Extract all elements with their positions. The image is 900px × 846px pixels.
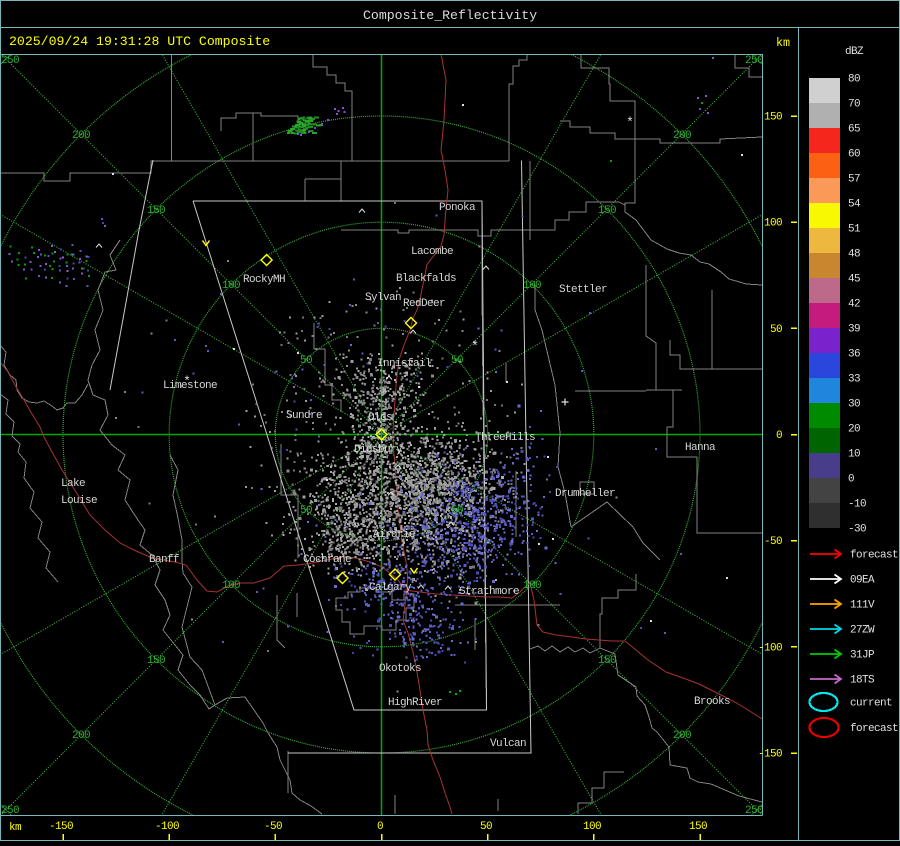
svg-text:Calgary: Calgary xyxy=(369,582,412,594)
svg-text:-50: -50 xyxy=(764,536,782,548)
svg-text:100: 100 xyxy=(583,821,601,833)
svg-text:100: 100 xyxy=(222,280,240,292)
svg-text:-50: -50 xyxy=(264,821,282,833)
svg-text:-100: -100 xyxy=(155,821,179,833)
svg-text:current: current xyxy=(850,698,892,710)
svg-text:09EA: 09EA xyxy=(850,575,875,587)
svg-text:48: 48 xyxy=(848,249,860,261)
svg-text:dBZ: dBZ xyxy=(845,46,864,58)
svg-text:0: 0 xyxy=(377,821,383,833)
svg-text:51: 51 xyxy=(848,224,861,236)
svg-text:50: 50 xyxy=(480,821,492,833)
svg-text:km: km xyxy=(9,822,22,834)
svg-text:27ZW: 27ZW xyxy=(850,625,875,637)
svg-text:Louise: Louise xyxy=(61,495,97,507)
svg-text:Okotoks: Okotoks xyxy=(379,663,421,675)
svg-text:150: 150 xyxy=(689,821,707,833)
svg-text:Lacombe: Lacombe xyxy=(411,246,453,258)
svg-text:200: 200 xyxy=(72,130,90,142)
svg-text:100: 100 xyxy=(523,280,541,292)
svg-text:Stettler: Stettler xyxy=(559,284,607,296)
svg-text:-150: -150 xyxy=(49,821,73,833)
svg-text:42: 42 xyxy=(848,299,860,311)
svg-text:150: 150 xyxy=(598,205,616,217)
svg-text:20: 20 xyxy=(848,424,860,436)
svg-text:100: 100 xyxy=(222,580,240,592)
svg-text:0: 0 xyxy=(848,474,854,486)
svg-text:100: 100 xyxy=(523,580,541,592)
svg-text:36: 36 xyxy=(848,349,860,361)
svg-text:Drumheller: Drumheller xyxy=(555,488,615,500)
svg-text:forecast: forecast xyxy=(850,723,898,735)
svg-text:150: 150 xyxy=(147,205,165,217)
svg-text:-10: -10 xyxy=(848,499,866,511)
svg-text:250: 250 xyxy=(1,55,19,67)
svg-text:200: 200 xyxy=(673,130,691,142)
svg-text:150: 150 xyxy=(147,655,165,667)
svg-text:10: 10 xyxy=(848,449,860,461)
svg-text:70: 70 xyxy=(848,99,860,111)
svg-text:200: 200 xyxy=(72,730,90,742)
svg-text:2025/09/24 19:31:28 UTC Compos: 2025/09/24 19:31:28 UTC Composite xyxy=(9,34,270,49)
svg-text:50: 50 xyxy=(451,505,463,517)
svg-text:forecast: forecast xyxy=(850,550,898,562)
svg-text:Composite_Reflectivity: Composite_Reflectivity xyxy=(363,8,537,23)
svg-text:50: 50 xyxy=(300,505,312,517)
svg-text:80: 80 xyxy=(848,74,860,86)
svg-text:111V: 111V xyxy=(850,600,875,612)
svg-text:ThreeHills: ThreeHills xyxy=(475,432,535,444)
svg-text:65: 65 xyxy=(848,124,860,136)
svg-text:Strathmore: Strathmore xyxy=(459,586,519,598)
svg-text:Airdrie: Airdrie xyxy=(373,529,415,541)
svg-text:-30: -30 xyxy=(848,524,866,536)
svg-text:Hanna: Hanna xyxy=(685,442,716,454)
svg-text:33: 33 xyxy=(848,374,860,386)
svg-text:200: 200 xyxy=(673,730,691,742)
svg-text:*: * xyxy=(471,339,479,354)
svg-text:RockyMH: RockyMH xyxy=(243,274,285,286)
svg-text:-150: -150 xyxy=(758,749,782,761)
svg-text:km: km xyxy=(776,36,790,50)
svg-text:150: 150 xyxy=(764,112,782,124)
svg-text:Innisfail: Innisfail xyxy=(377,358,431,370)
svg-text:57: 57 xyxy=(848,174,860,186)
svg-text:Cochrane: Cochrane xyxy=(303,554,351,566)
svg-text:Sundre: Sundre xyxy=(286,410,322,422)
svg-text:Banff: Banff xyxy=(149,554,179,566)
svg-text:HighRiver: HighRiver xyxy=(388,697,442,709)
svg-text:50: 50 xyxy=(300,355,312,367)
svg-text:45: 45 xyxy=(848,274,860,286)
svg-text:Olds: Olds xyxy=(368,412,392,424)
svg-text:18TS: 18TS xyxy=(850,675,875,687)
svg-text:30: 30 xyxy=(848,399,860,411)
svg-text:39: 39 xyxy=(848,324,860,336)
svg-text:Brooks: Brooks xyxy=(694,696,730,708)
svg-text:50: 50 xyxy=(451,355,463,367)
svg-text:Didsbury: Didsbury xyxy=(354,444,403,456)
svg-text:Lake: Lake xyxy=(61,478,85,490)
svg-text:54: 54 xyxy=(848,199,861,211)
svg-text:31JP: 31JP xyxy=(850,650,875,662)
svg-text:50: 50 xyxy=(770,324,782,336)
svg-text:*: * xyxy=(183,374,191,389)
svg-text:Blackfalds: Blackfalds xyxy=(396,273,456,285)
svg-text:150: 150 xyxy=(598,655,616,667)
svg-text:RedDeer: RedDeer xyxy=(403,298,445,310)
svg-text:-100: -100 xyxy=(758,642,782,654)
svg-text:250: 250 xyxy=(745,55,763,67)
svg-text:Sylvan: Sylvan xyxy=(365,292,401,304)
svg-text:100: 100 xyxy=(764,218,782,230)
svg-text:0: 0 xyxy=(776,430,782,442)
svg-text:Ponoka: Ponoka xyxy=(439,202,476,214)
svg-text:Vulcan: Vulcan xyxy=(490,738,526,750)
svg-text:*: * xyxy=(626,115,634,130)
svg-text:60: 60 xyxy=(848,149,860,161)
